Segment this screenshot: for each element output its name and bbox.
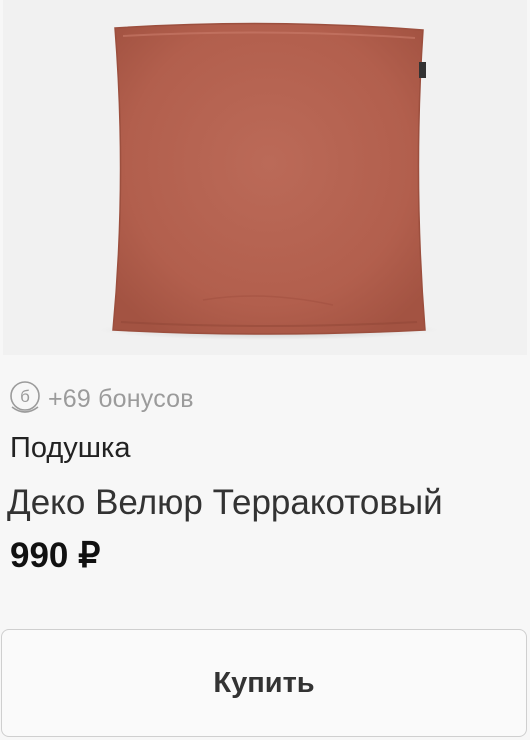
product-name[interactable]: Деко Велюр Терракотовый — [7, 483, 443, 523]
bonus-text: +69 бонусов — [48, 384, 194, 413]
bonus-row: б +69 бонусов — [8, 378, 194, 420]
product-category: Подушка — [10, 432, 131, 464]
buy-button-label: Купить — [213, 666, 315, 699]
product-image[interactable] — [3, 0, 527, 355]
pillow-image — [99, 22, 439, 340]
svg-text:б: б — [20, 387, 30, 406]
product-card: б +69 бонусов Подушка Деко Велюр Террако… — [0, 0, 530, 740]
product-price: 990 ₽ — [10, 536, 101, 575]
bonus-coin-icon: б — [10, 381, 40, 413]
buy-button[interactable]: Купить — [1, 629, 527, 737]
